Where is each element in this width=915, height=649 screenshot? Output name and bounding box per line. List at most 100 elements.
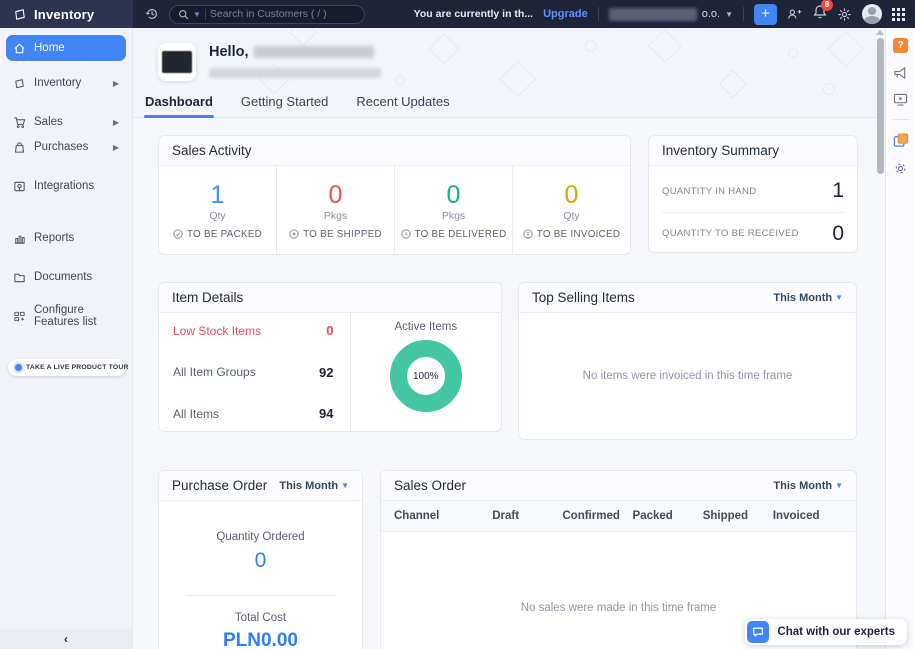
- sidebar-item-label: Sales: [34, 116, 63, 128]
- donut-title: Active Items: [394, 321, 457, 333]
- to-be-invoiced-link[interactable]: TO BE INVOICED: [523, 229, 621, 240]
- sidebar-item-sales[interactable]: Sales ▶: [6, 110, 126, 134]
- range-label: This Month: [773, 480, 832, 492]
- card-title: Sales Activity: [172, 143, 252, 158]
- scroll-up-arrow-icon[interactable]: [876, 30, 884, 35]
- recent-history-button[interactable]: [145, 7, 159, 21]
- tab-recent-updates[interactable]: Recent Updates: [355, 88, 450, 117]
- sidebar-item-purchases[interactable]: Purchases ▶: [6, 135, 126, 159]
- column-header: Confirmed: [562, 510, 632, 522]
- chat-button-label: Chat with our experts: [777, 626, 895, 638]
- top-selling-range-dropdown[interactable]: This Month ▼: [773, 292, 843, 304]
- sidebar-item-documents[interactable]: Documents: [6, 265, 126, 289]
- help-button[interactable]: ?: [893, 38, 908, 53]
- right-utility-rail: ?: [885, 28, 915, 649]
- spacer: [0, 290, 132, 303]
- spacer: [0, 160, 132, 173]
- app-logo[interactable]: Inventory: [0, 0, 133, 28]
- chevron-right-icon: ▶: [113, 79, 119, 88]
- metric-label: TO BE SHIPPED: [303, 229, 382, 240]
- shipment-icon: [289, 229, 299, 239]
- quick-create-button[interactable]: +: [754, 4, 777, 25]
- home-icon: [13, 42, 26, 55]
- tab-dashboard[interactable]: Dashboard: [144, 88, 214, 117]
- product-tour-button[interactable]: TAKE A LIVE PRODUCT TOUR: [8, 359, 126, 376]
- item-details-card: Item Details Low Stock Items 0 All Item …: [158, 282, 502, 432]
- pattern-shape: [648, 29, 682, 63]
- purchase-order-range-dropdown[interactable]: This Month ▼: [279, 480, 349, 492]
- tab-getting-started[interactable]: Getting Started: [240, 88, 329, 117]
- bag-icon: [13, 141, 26, 154]
- gear-icon: [893, 161, 908, 176]
- greeting-text: Hello,: [209, 44, 248, 60]
- to-be-shipped-link[interactable]: TO BE SHIPPED: [289, 229, 382, 240]
- org-switcher[interactable]: o.o. ▼: [609, 8, 733, 21]
- sidebar-collapse-button[interactable]: ‹: [0, 629, 132, 649]
- user-avatar[interactable]: [862, 4, 882, 24]
- divider: [186, 595, 336, 596]
- org-logo-image: [162, 51, 192, 73]
- history-icon: [145, 7, 159, 21]
- scrollbar-thumb[interactable]: [877, 38, 884, 174]
- notifications-button[interactable]: 8: [813, 4, 827, 24]
- settings-button[interactable]: [837, 7, 852, 22]
- clock-icon: [401, 229, 411, 239]
- row-value: 92: [319, 365, 333, 380]
- all-item-groups-row[interactable]: All Item Groups 92: [173, 365, 334, 380]
- app-title: Inventory: [34, 7, 94, 22]
- total-cost-label: Total Cost: [235, 612, 286, 624]
- card-title: Top Selling Items: [532, 290, 635, 305]
- divider: [598, 7, 599, 21]
- vertical-scrollbar[interactable]: [876, 30, 884, 645]
- all-items-row[interactable]: All Items 94: [173, 406, 334, 421]
- cart-icon: [13, 116, 26, 129]
- search-scope-chevron-icon[interactable]: ▼: [193, 10, 201, 19]
- spacer: [0, 251, 132, 264]
- product-tour-label: TAKE A LIVE PRODUCT TOUR: [26, 364, 129, 371]
- global-search[interactable]: ▼: [169, 5, 365, 24]
- to-be-delivered-link[interactable]: TO BE DELIVERED: [401, 229, 507, 240]
- apps-grid-icon: [892, 8, 905, 21]
- search-input[interactable]: [210, 8, 340, 20]
- org-suffix-text: o.o.: [702, 8, 720, 20]
- megaphone-icon: [893, 66, 908, 80]
- to-be-packed-link[interactable]: TO BE PACKED: [173, 229, 262, 240]
- video-tutorials-button[interactable]: [893, 93, 908, 106]
- sidebar-item-home[interactable]: Home: [6, 35, 126, 61]
- invoice-icon: [523, 229, 533, 239]
- chat-bubble-icon: [747, 621, 769, 643]
- apps-menu-button[interactable]: [892, 8, 905, 21]
- topbar-right-cluster: You are currently in th... Upgrade o.o. …: [414, 4, 915, 25]
- sidebar-nav: Home Inventory ▶ Sales ▶ Purchases ▶ Int…: [0, 28, 132, 328]
- announcements-button[interactable]: [893, 66, 908, 80]
- card-header: Purchase Order This Month ▼: [159, 471, 362, 501]
- card-header: Item Details: [159, 283, 501, 313]
- page-settings-button[interactable]: [893, 161, 908, 176]
- sidebar-item-reports[interactable]: Reports: [6, 226, 126, 250]
- row-label: All Item Groups: [173, 365, 256, 379]
- sidebar-item-configure-features[interactable]: Configure Features list: [6, 304, 126, 328]
- upgrade-link[interactable]: Upgrade: [543, 8, 588, 20]
- divider: [205, 9, 206, 20]
- sales-order-range-dropdown[interactable]: This Month ▼: [773, 480, 843, 492]
- integrations-icon: [13, 180, 26, 193]
- range-label: This Month: [279, 480, 338, 492]
- sidebar-item-label: Home: [34, 42, 65, 54]
- metric-unit: Qty: [563, 210, 579, 222]
- sidebar-item-integrations[interactable]: Integrations: [6, 174, 126, 198]
- chevron-down-icon: ▼: [341, 481, 349, 490]
- column-header: Invoiced: [773, 510, 843, 522]
- search-icon: [178, 9, 189, 20]
- low-stock-items-row[interactable]: Low Stock Items 0: [173, 323, 334, 338]
- chat-with-experts-button[interactable]: Chat with our experts: [745, 619, 907, 645]
- org-logo: [158, 43, 196, 81]
- apps-panel-button[interactable]: [893, 133, 909, 148]
- top-selling-items-card: Top Selling Items This Month ▼ No items …: [518, 282, 857, 440]
- metric-label: TO BE DELIVERED: [415, 229, 507, 240]
- sidebar-item-inventory[interactable]: Inventory ▶: [6, 71, 126, 95]
- referral-button[interactable]: [787, 7, 803, 21]
- card-title: Purchase Order: [172, 478, 267, 493]
- dashboard-header: Hello, Dashboard Getting Started Recent …: [133, 28, 885, 118]
- configure-grid-icon: [13, 310, 26, 323]
- sales-activity-to-be-delivered: 0 Pkgs TO BE DELIVERED: [395, 166, 513, 255]
